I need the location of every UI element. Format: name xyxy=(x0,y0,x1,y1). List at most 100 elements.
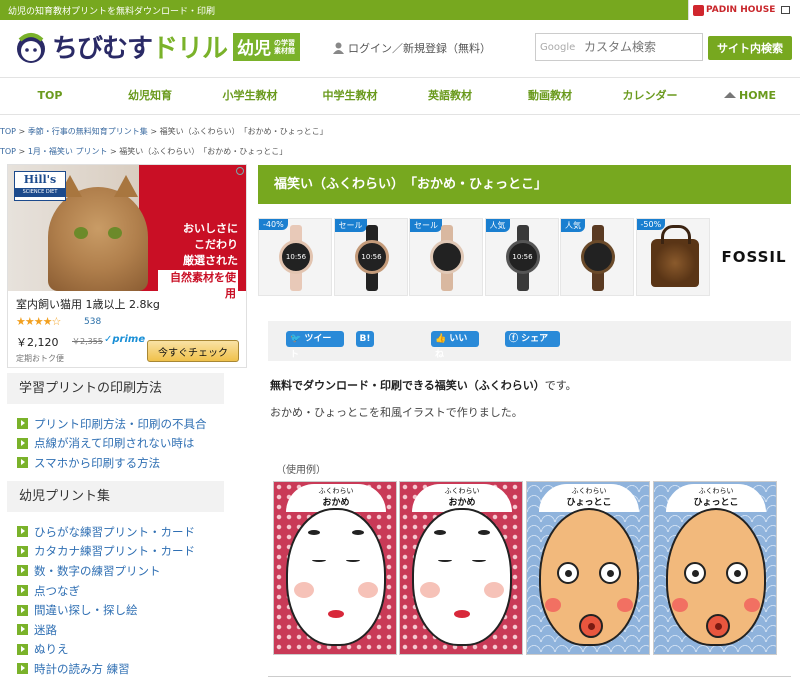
breadcrumb-link[interactable]: TOP xyxy=(0,147,16,156)
ad-copy-line: 厳選された xyxy=(183,254,238,267)
ad-price: ￥2,120 xyxy=(16,336,59,349)
hyottoko-face xyxy=(539,508,639,646)
sidebar-item-label: ぬりえ xyxy=(34,642,69,657)
ad-copy-line: おいしさに xyxy=(183,222,238,235)
card-label-small: ふくわらい xyxy=(318,487,354,495)
nav-home-label: HOME xyxy=(738,89,777,102)
watch-product[interactable]: セール 10:56 xyxy=(333,218,408,296)
partner-link[interactable]: PADIN HOUSE xyxy=(688,0,800,20)
top-strip: 幼児の知育教材プリントを無料ダウンロード・印刷 PADIN HOUSE xyxy=(0,0,800,20)
share-bar: 🐦 ツイート B! 👍 いいね ⓕ シェア xyxy=(268,321,791,361)
arrow-right-icon xyxy=(17,437,28,449)
logo-wordmark: ちびむすドリル xyxy=(52,28,228,65)
ad-copy-line: 自然素材を使用 xyxy=(158,270,238,302)
fukuwarai-examples: ふくわらい おかめ ふくわらい おかめ ふくわらい ひょっとこ ふくわらい ひょ… xyxy=(273,481,777,655)
breadcrumb-current: 福笑い（ふくわらい） 「おかめ・ひょっとこ」 xyxy=(159,127,328,136)
popular-badge: 人気 xyxy=(561,219,585,232)
sidebar-item[interactable]: 迷路 xyxy=(17,620,195,640)
arrow-right-icon xyxy=(17,624,28,636)
logo-badge: 幼児 の学習素材館 xyxy=(233,32,301,61)
sidebar-item[interactable]: 時計の読み方 練習 xyxy=(17,659,195,679)
like-button[interactable]: 👍 いいね xyxy=(431,331,479,360)
breadcrumb-link[interactable]: 季節・行事の無料知育プリント集 xyxy=(28,127,148,136)
okame-face xyxy=(412,508,512,646)
watch-ad-banner[interactable]: -40% 10:56 セール 10:56 セール 人気 10:56 人気 -50… xyxy=(258,218,793,298)
sidebar-item[interactable]: ひらがな練習プリント・カード xyxy=(17,522,195,542)
breadcrumb-current: 福笑い（ふくわらい） 「おかめ・ひょっとこ」 xyxy=(119,147,288,156)
nav-video[interactable]: 動画教材 xyxy=(500,78,600,114)
site-logo[interactable]: ちびむすドリル 幼児 の学習素材館 xyxy=(14,28,301,65)
share-label: シェア xyxy=(521,334,549,344)
tweet-button[interactable]: 🐦 ツイート xyxy=(286,331,344,360)
nav-home[interactable]: HOME xyxy=(700,78,800,114)
arrow-right-icon xyxy=(17,526,28,538)
watch-product[interactable]: -40% 10:56 xyxy=(258,218,332,296)
cat-image xyxy=(48,175,148,291)
rating-stars: ★★★★☆ xyxy=(16,315,61,328)
watch-product[interactable]: セール xyxy=(409,218,483,296)
sidebar-item[interactable]: 間違い探し・探し絵 xyxy=(17,600,195,620)
check-now-button[interactable]: 今すぐチェック xyxy=(147,340,239,362)
mascot-logo-icon xyxy=(17,32,45,63)
hyottoko-card[interactable]: ふくわらい ひょっとこ xyxy=(526,481,650,655)
watch-product[interactable]: 人気 xyxy=(560,218,634,296)
nav-english[interactable]: 英語教材 xyxy=(400,78,500,114)
hills-logo: Hill's SCIENCE DIET xyxy=(14,171,66,201)
nav-elementary[interactable]: 小学生教材 xyxy=(200,78,300,114)
sidebar-item[interactable]: 点つなぎ xyxy=(17,581,195,601)
ad-product-title[interactable]: 室内飼い猫用 1歳以上 2.8kg xyxy=(16,296,160,312)
arrow-right-icon xyxy=(17,457,28,469)
popular-badge: 人気 xyxy=(485,219,510,232)
prime-badge: ✓prime xyxy=(104,334,146,345)
sidebar-item[interactable]: 数・数字の練習プリント xyxy=(17,561,195,581)
hyottoko-card[interactable]: ふくわらい ひょっとこ xyxy=(653,481,777,655)
login-label: ログイン／新規登録（無料） xyxy=(348,42,491,55)
rating-count[interactable]: 538 xyxy=(84,317,101,327)
fossil-logo: FOSSIL xyxy=(721,248,787,266)
login-link[interactable]: ログイン／新規登録（無料） xyxy=(333,40,491,56)
sidebar-item[interactable]: スマホから印刷する方法 xyxy=(17,453,207,473)
arrow-right-icon xyxy=(17,663,28,675)
site-tagline: 幼児の知育教材プリントを無料ダウンロード・印刷 xyxy=(8,7,216,17)
search-input[interactable] xyxy=(584,40,696,54)
watch-product[interactable]: 人気 10:56 xyxy=(484,218,559,296)
breadcrumb-link[interactable]: TOP xyxy=(0,127,16,136)
sidebar-item[interactable]: カタカナ練習プリント・カード xyxy=(17,542,195,562)
okame-card[interactable]: ふくわらい おかめ xyxy=(399,481,523,655)
nav-top[interactable]: TOP xyxy=(0,78,100,114)
hatena-bookmark-button[interactable]: B! xyxy=(356,331,374,347)
sidebar-item-label: ひらがな練習プリント・カード xyxy=(34,524,195,539)
breadcrumb-link[interactable]: 1月・福笑い プリント xyxy=(28,147,108,156)
cat-food-ad[interactable]: Hill's SCIENCE DIET おいしさに こだわり 厳選された 自然素… xyxy=(7,164,247,368)
nav-calendar[interactable]: カレンダー xyxy=(600,78,700,114)
breadcrumb: TOP > 季節・行事の無料知育プリント集 > 福笑い（ふくわらい） 「おかめ・… xyxy=(0,127,328,136)
site-search-button[interactable]: サイト内検索 xyxy=(708,36,792,60)
nav-junior-high[interactable]: 中学生教材 xyxy=(300,78,400,114)
bag-product[interactable]: -50% xyxy=(635,218,710,296)
usage-example-label: （使用例） xyxy=(276,465,326,476)
sidebar-item[interactable]: ぬりえ xyxy=(17,640,195,660)
logo-accent-text: ドリル xyxy=(152,34,228,64)
arrow-right-icon xyxy=(17,643,28,655)
logo-badge-sub: の学習素材館 xyxy=(274,38,296,55)
nav-early-learning[interactable]: 幼児知育 xyxy=(100,78,200,114)
watch-face: 10:56 xyxy=(505,240,540,274)
sidebar-item[interactable]: プリント印刷方法・印刷の不具合 xyxy=(17,414,207,434)
arrow-right-icon xyxy=(17,418,28,430)
okame-face xyxy=(286,508,386,646)
page-description: 無料でダウンロード・印刷できる福笑い（ふくわらい）です。 xyxy=(270,377,577,393)
watch-face: 10:56 xyxy=(354,240,389,274)
sidebar-heading-preschool: 幼児プリント集 xyxy=(7,481,224,512)
okame-card[interactable]: ふくわらい おかめ xyxy=(273,481,397,655)
hyottoko-face xyxy=(666,508,766,646)
description-bold: 無料でダウンロード・印刷できる福笑い（ふくわらい） xyxy=(270,379,545,392)
sidebar-item-label: 点つなぎ xyxy=(34,583,80,598)
ad-image: Hill's SCIENCE DIET おいしさに こだわり 厳選された 自然素… xyxy=(8,165,246,302)
sidebar-item-label: 点線が消えて印刷されない時は xyxy=(34,436,195,451)
sidebar-item[interactable]: 点線が消えて印刷されない時は xyxy=(17,434,207,454)
handbag-image xyxy=(650,225,699,287)
ad-info-icon[interactable] xyxy=(236,167,244,175)
thumbs-up-icon: 👍 xyxy=(435,334,447,344)
ad-copy: おいしさに こだわり 厳選された 自然素材を使用 xyxy=(158,221,238,302)
facebook-share-button[interactable]: ⓕ シェア xyxy=(505,331,560,347)
